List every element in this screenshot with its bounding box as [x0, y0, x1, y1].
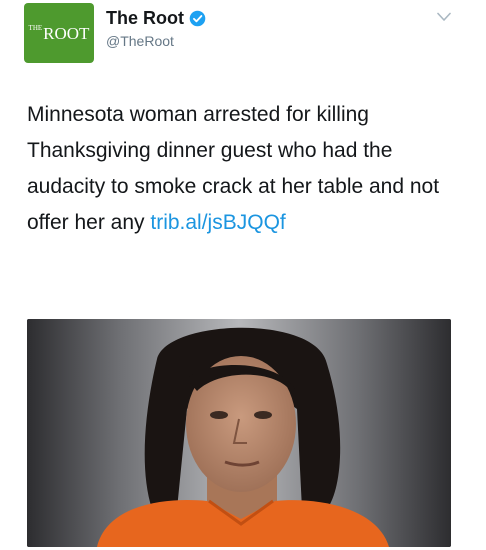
avatar-logo-text: THEROOT: [28, 23, 90, 43]
tweet-link[interactable]: trib.al/jsBJQQf: [150, 211, 285, 234]
avatar[interactable]: THEROOT: [24, 3, 94, 63]
account-handle[interactable]: @TheRoot: [106, 33, 174, 49]
display-name[interactable]: The Root: [106, 8, 184, 29]
mugshot-photo: [27, 319, 451, 547]
chevron-down-icon[interactable]: [437, 12, 451, 22]
tweet-card: THEROOT The Root @TheRoot Minnesota woma…: [0, 0, 486, 550]
tweet-media-image[interactable]: [27, 319, 451, 547]
verified-badge-icon: [189, 10, 206, 27]
account-name-row: The Root: [106, 8, 206, 29]
tweet-text: Minnesota woman arrested for killing Tha…: [27, 97, 467, 241]
